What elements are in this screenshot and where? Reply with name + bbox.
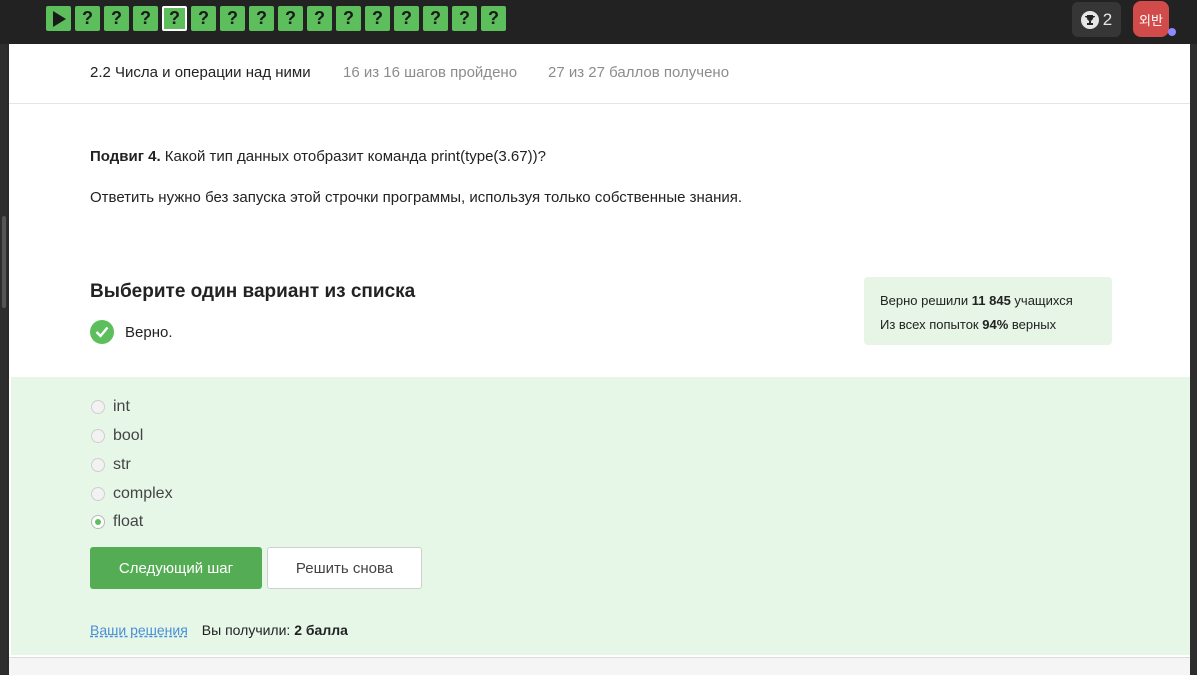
question-text: Подвиг 4. Какой тип данных отобразит ком… — [90, 148, 546, 165]
avatar[interactable]: 외반 — [1133, 1, 1169, 37]
verdict: Верно. — [90, 320, 172, 344]
step-button[interactable]: ? — [481, 6, 506, 31]
scrollbar-thumb[interactable] — [2, 216, 6, 308]
step-button[interactable]: ? — [365, 6, 390, 31]
next-step-button[interactable]: Следующий шаг — [90, 547, 262, 589]
step-button[interactable]: ? — [133, 6, 158, 31]
option-str[interactable]: str — [91, 451, 173, 480]
options-list: int bool str complex float — [91, 393, 173, 537]
received-value: 2 балла — [294, 622, 348, 638]
step-button[interactable]: ? — [307, 6, 332, 31]
stats-line-solved: Верно решили 11 845 учащихся — [880, 289, 1096, 313]
option-float[interactable]: float — [91, 508, 173, 537]
stats-panel: Верно решили 11 845 учащихся Из всех поп… — [864, 277, 1112, 345]
stats-line-rate: Из всех попыток 94% верных — [880, 313, 1096, 337]
step-button[interactable]: ? — [423, 6, 448, 31]
question-body: Какой тип данных отобразит команда print… — [160, 148, 546, 165]
stats-label: Верно решили — [880, 293, 972, 308]
play-icon — [52, 10, 66, 27]
right-scrollbar[interactable] — [1190, 44, 1197, 674]
lesson-steps-progress: 16 из 16 шагов пройдено — [343, 64, 518, 81]
step-button[interactable]: ? — [220, 6, 245, 31]
step-navigation: ? ? ? ? ? ? ? ? ? ? ? ? ? ? ? — [46, 6, 506, 31]
question-note: Ответить нужно без запуска этой строчки … — [90, 189, 743, 206]
step-button[interactable]: ? — [104, 6, 129, 31]
step-button[interactable]: ? — [191, 6, 216, 31]
step-button-current[interactable]: ? — [162, 6, 187, 31]
option-label: float — [113, 513, 144, 531]
step-button[interactable]: ? — [75, 6, 100, 31]
received-label: Вы получили: — [201, 622, 295, 638]
stats-label: Из всех попыток — [880, 317, 983, 332]
option-label: int — [113, 398, 130, 416]
option-complex[interactable]: complex — [91, 479, 173, 508]
result-footer: Ваши решения Вы получили: 2 балла — [90, 622, 348, 638]
trophy-count: 2 — [1102, 9, 1113, 29]
quiz-heading: Выберите один вариант из списка — [90, 281, 416, 302]
lesson-header: 2.2 Числа и операции над ними 16 из 16 ш… — [9, 44, 1190, 104]
notification-dot — [1168, 28, 1176, 36]
option-bool[interactable]: bool — [91, 422, 173, 451]
step-button[interactable]: ? — [394, 6, 419, 31]
step-button[interactable]: ? — [249, 6, 274, 31]
left-scrollbar[interactable] — [0, 44, 7, 674]
answer-area: int bool str complex float Следующий шаг… — [11, 377, 1190, 655]
check-circle-icon — [90, 320, 114, 344]
radio-button-checked[interactable] — [91, 515, 105, 530]
stats-label: верных — [1008, 317, 1057, 332]
radio-button[interactable] — [91, 429, 105, 444]
option-label: str — [113, 455, 131, 473]
your-solutions-link[interactable]: Ваши решения — [90, 622, 188, 638]
stats-correct-rate: 94% — [982, 317, 1009, 332]
radio-button[interactable] — [91, 400, 105, 415]
step-button[interactable]: ? — [452, 6, 477, 31]
question-prefix: Подвиг 4. — [90, 148, 161, 165]
option-label: complex — [113, 484, 173, 502]
step-button[interactable]: ? — [278, 6, 303, 31]
trophy-button[interactable]: 2 — [1072, 2, 1121, 37]
radio-dot — [95, 519, 101, 526]
retry-button[interactable]: Решить снова — [267, 547, 422, 589]
received-points: Вы получили: 2 балла — [202, 622, 348, 638]
lesson-title[interactable]: 2.2 Числа и операции над ними — [90, 64, 311, 81]
bottom-divider — [9, 657, 1190, 675]
stats-label: учащихся — [1010, 293, 1073, 308]
lesson-score-progress: 27 из 27 баллов получено — [548, 64, 730, 81]
option-label: bool — [113, 427, 144, 445]
step-play-button[interactable] — [46, 6, 71, 31]
step-button[interactable]: ? — [336, 6, 361, 31]
lesson-page: 2.2 Числа и операции над ними 16 из 16 ш… — [9, 44, 1190, 675]
option-int[interactable]: int — [91, 393, 173, 422]
verdict-text: Верно. — [125, 323, 173, 341]
stats-solved-count: 11 845 — [971, 293, 1011, 308]
radio-button[interactable] — [91, 486, 105, 501]
trophy-icon — [1080, 10, 1099, 29]
top-bar: ? ? ? ? ? ? ? ? ? ? ? ? ? ? ? 2 외반 — [0, 0, 1197, 44]
radio-button[interactable] — [91, 457, 105, 472]
